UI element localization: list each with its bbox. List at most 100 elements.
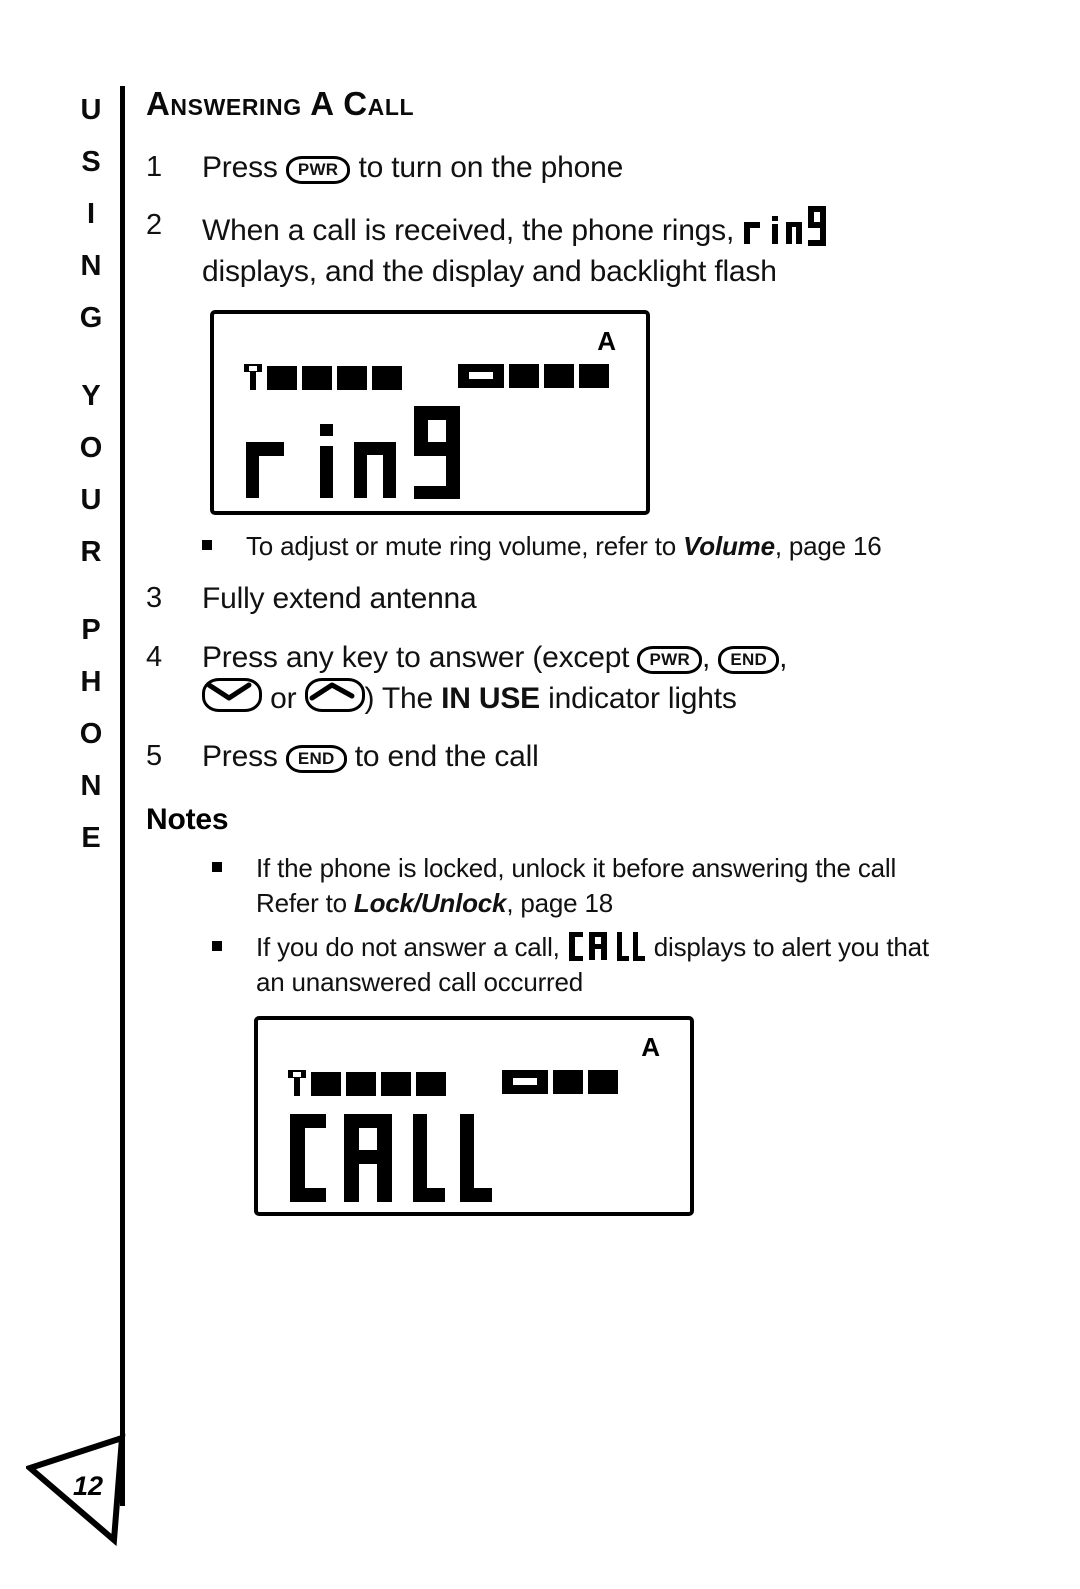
bullet-marker bbox=[146, 851, 256, 884]
scroll-up-key-icon[interactable] bbox=[304, 677, 365, 712]
notes-heading: Notes bbox=[146, 803, 229, 837]
antenna-icon bbox=[244, 363, 262, 390]
scroll-down-key-icon[interactable] bbox=[202, 677, 262, 712]
lcd-main-text-ring bbox=[242, 402, 472, 502]
lcd-indicator-a: A bbox=[641, 1031, 660, 1062]
lock-unlock-reference: Lock/Unlock bbox=[353, 887, 507, 918]
step-2-line1: When a call is received, the phone rings… bbox=[202, 214, 735, 248]
lcd-main-text-call bbox=[286, 1108, 501, 1208]
side-tab-letter: N bbox=[80, 770, 102, 802]
end-key-icon[interactable]: END bbox=[718, 645, 780, 674]
step-text: When a call is received, the phone rings… bbox=[202, 206, 946, 291]
step-5-before: Press bbox=[202, 740, 286, 773]
end-key-icon[interactable]: END bbox=[285, 745, 347, 774]
battery-bar bbox=[588, 1069, 618, 1094]
notes-list: If the phone is locked, unlock it before… bbox=[146, 851, 946, 999]
manual-page: U S I N G Y O U R P H O N E 12 Answering… bbox=[0, 0, 1080, 1589]
step-4: 4 Press any key to answer (except PWR, E… bbox=[146, 638, 946, 719]
step-number: 1 bbox=[146, 151, 163, 184]
bullet-marker bbox=[146, 529, 246, 562]
step-text: Press PWR to turn on the phone bbox=[202, 148, 946, 188]
column-divider-rule bbox=[120, 86, 125, 1506]
signal-bar bbox=[302, 365, 332, 390]
page-number: 12 bbox=[73, 1471, 104, 1501]
lcd-segment-ring-inline bbox=[742, 206, 828, 247]
lcd-status-icons bbox=[240, 360, 626, 394]
note-text-call: If you do not answer a call, displays to… bbox=[256, 930, 946, 999]
side-tab-letter: G bbox=[79, 302, 103, 334]
side-tab-letter: N bbox=[80, 250, 102, 282]
volume-note-list: To adjust or mute ring volume, refer to … bbox=[146, 529, 946, 564]
in-use-emphasis: IN USE bbox=[441, 681, 540, 715]
side-tab-letter: O bbox=[79, 718, 103, 750]
side-tab-letter: E bbox=[81, 822, 101, 854]
note-text-lock: If the phone is locked, unlock it before… bbox=[256, 851, 946, 920]
side-tab-letter: O bbox=[79, 432, 103, 464]
side-tab-letter: R bbox=[80, 536, 102, 568]
signal-strength-indicator bbox=[244, 363, 402, 390]
step-1-text-before: Press bbox=[202, 151, 286, 185]
battery-level-indicator bbox=[502, 1069, 618, 1094]
page-content: Answering A Call 1 Press PWR to turn on … bbox=[146, 85, 946, 1230]
side-tab-letter: S bbox=[81, 146, 101, 178]
note-1-after: , page 18 bbox=[506, 887, 613, 918]
note-item: If the phone is locked, unlock it before… bbox=[146, 851, 946, 920]
signal-strength-indicator bbox=[288, 1069, 446, 1096]
page-number-tab: 12 bbox=[26, 1400, 136, 1550]
signal-bar bbox=[372, 365, 402, 390]
step-5-after: to end the call bbox=[346, 740, 539, 773]
side-tab-letter: U bbox=[80, 484, 102, 516]
side-tab-letter: U bbox=[80, 94, 102, 126]
step-4-or: or bbox=[262, 681, 305, 715]
pwr-key-icon[interactable]: PWR bbox=[637, 645, 703, 674]
step-text: Press END to end the call bbox=[202, 737, 946, 777]
step-4-text-end: indicator lights bbox=[540, 681, 737, 715]
side-tab-using-your-phone: U S I N G Y O U R P H O N E bbox=[68, 96, 114, 876]
step-number: 5 bbox=[146, 740, 163, 772]
side-tab-letter: I bbox=[86, 198, 96, 230]
note-2-before: If you do not answer a call, bbox=[256, 932, 567, 963]
signal-bar bbox=[337, 365, 367, 390]
step-4-text-before: Press any key to answer (except bbox=[202, 640, 638, 674]
step-2: 2 When a call is received, the phone rin… bbox=[146, 206, 946, 291]
step-number: 2 bbox=[146, 209, 163, 242]
signal-bar bbox=[381, 1071, 411, 1096]
page-title: Answering A Call bbox=[146, 85, 415, 122]
lcd-status-icons bbox=[284, 1066, 670, 1100]
signal-bar bbox=[346, 1071, 376, 1096]
volume-reference: Volume bbox=[683, 530, 775, 561]
volume-note-bullet: To adjust or mute ring volume, refer to … bbox=[146, 529, 946, 564]
volume-note-after: , page 16 bbox=[774, 530, 882, 561]
bullet-marker bbox=[146, 930, 256, 963]
step-3: 3 Fully extend antenna bbox=[146, 579, 946, 619]
lcd-display-ring: A bbox=[210, 309, 650, 515]
step-text: Fully extend antenna bbox=[202, 582, 477, 616]
step-1: 1 Press PWR to turn on the phone bbox=[146, 148, 946, 188]
signal-bar bbox=[311, 1071, 341, 1096]
pwr-key-icon[interactable]: PWR bbox=[285, 156, 351, 185]
note-item: If you do not answer a call, displays to… bbox=[146, 930, 946, 999]
step-5: 5 Press END to end the call bbox=[146, 737, 946, 777]
battery-level-indicator bbox=[458, 363, 609, 388]
lcd-display-call: A bbox=[254, 1015, 694, 1216]
battery-icon bbox=[502, 1069, 548, 1094]
volume-note-text: To adjust or mute ring volume, refer to … bbox=[246, 529, 946, 564]
side-tab-letter: P bbox=[81, 614, 101, 646]
lcd-indicator-a: A bbox=[597, 325, 616, 356]
battery-bar bbox=[544, 363, 574, 388]
volume-note-before: To adjust or mute ring volume, refer to bbox=[246, 530, 684, 561]
battery-icon bbox=[458, 363, 504, 388]
step-4-sep1: , bbox=[702, 640, 719, 674]
step-4-sep2: , bbox=[779, 640, 788, 674]
step-1-text-after: to turn on the phone bbox=[350, 151, 624, 185]
step-text: Press any key to answer (except PWR, END… bbox=[202, 638, 946, 719]
battery-bar bbox=[509, 363, 539, 388]
step-number: 3 bbox=[146, 582, 163, 615]
battery-bar bbox=[553, 1069, 583, 1094]
antenna-icon bbox=[288, 1069, 306, 1096]
signal-bar bbox=[416, 1071, 446, 1096]
step-4-close: ) The bbox=[364, 681, 442, 715]
step-number: 4 bbox=[146, 640, 163, 673]
side-tab-letter: H bbox=[80, 666, 102, 698]
side-tab-letter: Y bbox=[81, 380, 101, 412]
